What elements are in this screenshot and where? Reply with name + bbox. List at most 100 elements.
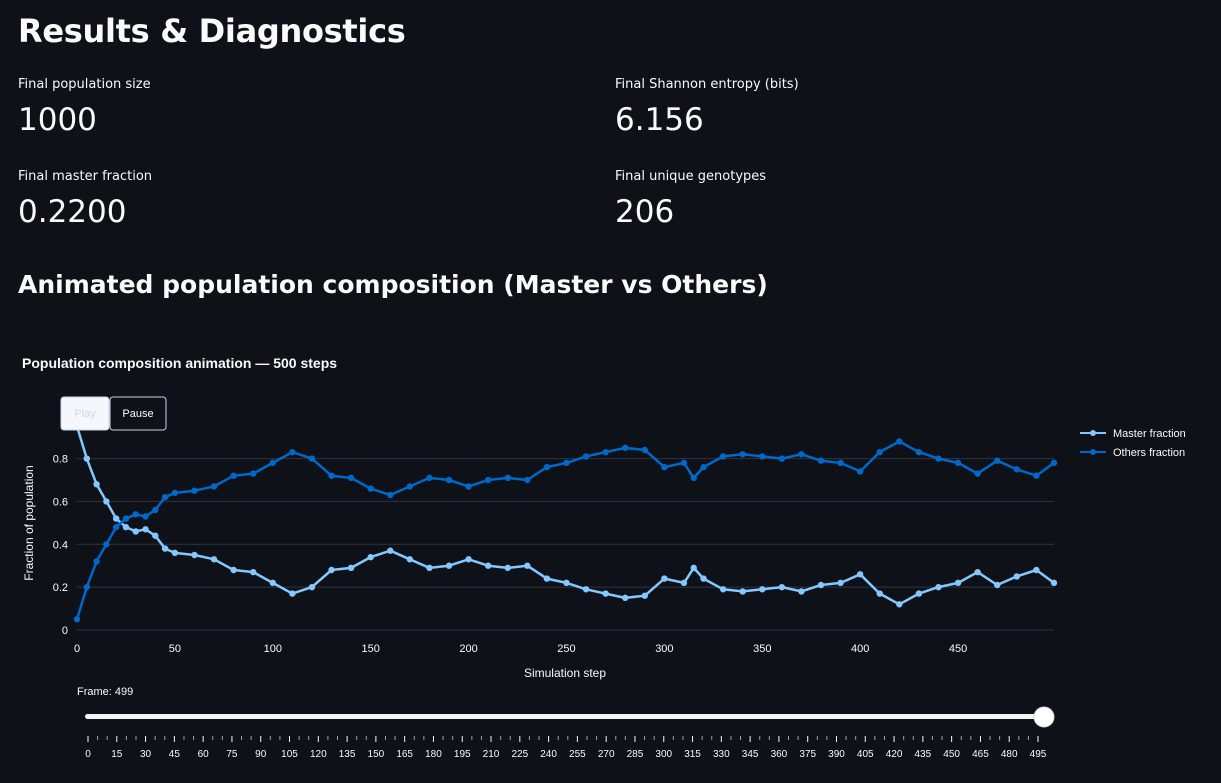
x-tick-label: 250 xyxy=(557,643,575,655)
data-point-master xyxy=(602,590,609,597)
x-tick-label: 400 xyxy=(851,643,869,655)
data-point-master xyxy=(954,579,962,587)
slider-tick-label: 270 xyxy=(598,749,615,760)
pause-button[interactable]: Pause xyxy=(109,396,167,431)
data-point-others xyxy=(543,463,551,471)
chart-title: Population composition animation — 500 s… xyxy=(22,355,337,371)
data-point-master xyxy=(83,455,90,462)
slider-tick-label: 210 xyxy=(483,749,500,760)
data-point-others xyxy=(504,474,511,482)
data-point-master xyxy=(367,553,374,561)
data-point-master xyxy=(152,532,159,539)
data-point-master xyxy=(622,594,629,602)
slider-tick-label: 300 xyxy=(655,749,672,760)
slider-tick-label: 330 xyxy=(713,749,730,760)
data-point-master xyxy=(719,586,727,593)
slider-tick-label: 135 xyxy=(339,749,356,760)
data-point-others xyxy=(876,448,883,456)
data-point-master xyxy=(759,586,766,593)
data-point-master xyxy=(387,547,394,554)
data-point-master xyxy=(269,579,276,587)
data-point-others xyxy=(210,483,218,490)
legend-label-others: Others fraction xyxy=(1113,447,1185,459)
chart-grid xyxy=(77,458,1054,631)
data-point-others xyxy=(622,444,629,452)
data-point-master xyxy=(582,586,590,593)
slider-tick-label: 45 xyxy=(169,749,181,760)
data-point-master xyxy=(739,588,746,595)
data-point-master xyxy=(994,581,1001,589)
data-point-master xyxy=(1033,566,1040,574)
y-axis-label: Fraction of population xyxy=(22,465,36,580)
data-point-others xyxy=(661,463,668,471)
slider-tick-label: 150 xyxy=(368,749,385,760)
slider-ticks: 0 15 30 45 60 75 90 105 120 135 150 165 180 195 210 225… xyxy=(85,736,1047,760)
data-point-master xyxy=(289,590,296,597)
pause-button-label: Pause xyxy=(122,408,153,420)
data-point-others xyxy=(641,446,648,454)
slider-tick-label: 480 xyxy=(1001,749,1018,760)
data-point-others xyxy=(269,459,276,467)
data-point-master xyxy=(161,545,169,552)
data-point-master xyxy=(122,523,130,531)
data-point-others xyxy=(817,457,825,464)
slider-tick-label: 240 xyxy=(540,749,557,760)
data-point-master xyxy=(837,579,844,587)
data-point-master xyxy=(504,564,511,572)
slider-tick-label: 15 xyxy=(111,749,123,760)
page-title: Results & Diagnostics xyxy=(18,12,406,50)
play-button-label: Play xyxy=(74,408,96,420)
y-tick-label: 0.6 xyxy=(53,496,68,508)
data-point-master xyxy=(250,568,257,576)
data-point-others xyxy=(93,558,100,565)
data-point-master xyxy=(700,575,707,582)
data-point-master xyxy=(210,556,218,563)
slider-tick-label: 75 xyxy=(226,749,238,760)
metric-value: 1000 xyxy=(18,102,97,138)
slider-tick-label: 345 xyxy=(742,749,759,760)
slider-tick-label: 315 xyxy=(684,749,701,760)
slider-tick-label: 390 xyxy=(828,749,845,760)
data-point-master xyxy=(465,556,472,563)
data-point-master xyxy=(563,579,570,587)
x-axis-label: Simulation step xyxy=(524,666,606,680)
population-chart: Population composition animation — 500 s… xyxy=(22,355,1186,760)
slider-tick-label: 465 xyxy=(972,749,989,760)
play-button[interactable]: Play xyxy=(60,396,110,431)
slider-tick-label: 225 xyxy=(511,749,528,760)
data-point-master xyxy=(191,551,198,559)
slider-tick-label: 180 xyxy=(425,749,442,760)
legend: Master fraction Others fraction xyxy=(1080,428,1186,459)
y-tick-label: 0.2 xyxy=(53,582,68,594)
slider-track[interactable] xyxy=(85,714,1045,719)
y-tick-label: 0.8 xyxy=(53,454,68,466)
data-point-master xyxy=(543,575,551,582)
data-point-others xyxy=(328,472,335,479)
y-tick-label: 0.4 xyxy=(53,539,68,551)
data-point-others xyxy=(465,483,472,490)
data-point-others xyxy=(230,472,237,479)
x-tick-label: 200 xyxy=(459,643,477,655)
slider-tick-label: 105 xyxy=(281,749,298,760)
slider-handle[interactable] xyxy=(1033,706,1055,728)
metric-unique-genotypes: Final unique genotypes 206 xyxy=(615,169,766,230)
legend-item-others[interactable]: Others fraction xyxy=(1080,447,1185,459)
data-point-others xyxy=(994,457,1001,464)
slider-tick-label: 165 xyxy=(396,749,413,760)
data-point-others xyxy=(935,455,942,462)
data-point-others xyxy=(142,513,149,520)
data-point-others xyxy=(915,448,923,456)
data-point-others xyxy=(152,506,159,514)
data-point-master xyxy=(445,562,453,569)
legend-marker-others xyxy=(1090,449,1096,455)
data-point-others xyxy=(103,541,110,548)
data-point-master xyxy=(817,581,825,589)
data-point-master xyxy=(308,583,316,591)
metric-label: Final unique genotypes xyxy=(615,169,767,184)
slider-tick-label: 60 xyxy=(198,749,210,760)
legend-item-master[interactable]: Master fraction xyxy=(1080,428,1186,440)
data-point-others xyxy=(719,453,727,460)
data-point-others xyxy=(700,463,707,471)
x-tick-label: 350 xyxy=(753,643,771,655)
data-point-others xyxy=(191,487,198,494)
